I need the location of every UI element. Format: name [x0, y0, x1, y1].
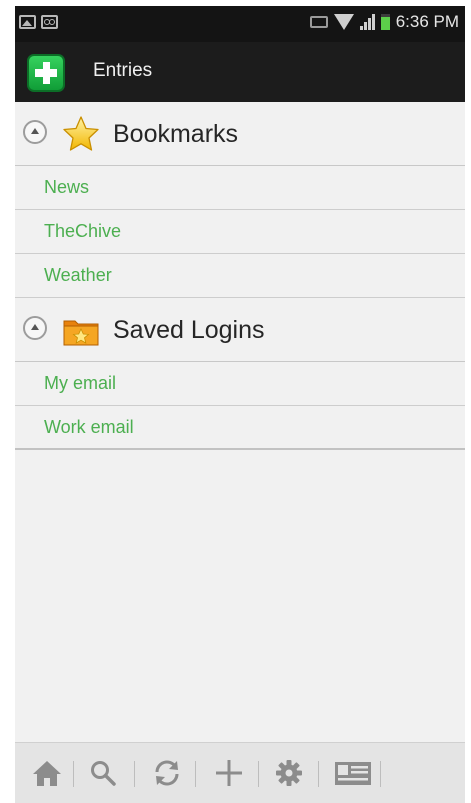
- list-item[interactable]: Work email: [15, 406, 465, 450]
- entry-label: Work email: [44, 417, 134, 437]
- collapse-icon[interactable]: [23, 316, 47, 340]
- voicemail-icon: [41, 15, 58, 29]
- star-icon: [63, 116, 99, 151]
- group-title: Bookmarks: [113, 120, 239, 148]
- group-header-saved-logins[interactable]: Saved Logins: [15, 298, 465, 362]
- picture-icon: [19, 15, 36, 29]
- list-item[interactable]: My email: [15, 362, 465, 406]
- collapse-icon[interactable]: [23, 120, 47, 144]
- status-bar: 6:36 PM: [15, 6, 465, 42]
- divider: [380, 761, 381, 787]
- group-header-bookmarks[interactable]: Bookmarks: [15, 102, 465, 166]
- divider: [258, 761, 259, 787]
- phone-screen: 6:36 PM Entries Bookmarks News TheChive …: [15, 6, 465, 803]
- refresh-icon[interactable]: [151, 757, 183, 789]
- settings-icon[interactable]: [273, 757, 305, 789]
- entry-label: Weather: [44, 265, 112, 285]
- bottom-toolbar: [15, 742, 465, 803]
- search-icon[interactable]: [87, 757, 119, 789]
- wifi-icon: [333, 14, 354, 30]
- list-item[interactable]: TheChive: [15, 210, 465, 254]
- add-icon[interactable]: [213, 757, 245, 789]
- divider: [195, 761, 196, 787]
- card-icon[interactable]: [333, 757, 373, 789]
- mute-icon: [309, 16, 328, 28]
- list-item[interactable]: Weather: [15, 254, 465, 298]
- group-title: Saved Logins: [113, 316, 265, 344]
- list-item[interactable]: News: [15, 166, 465, 210]
- entry-label: News: [44, 177, 90, 197]
- entries-list: Bookmarks News TheChive Weather Saved Lo…: [15, 102, 465, 450]
- signal-icon: [359, 14, 375, 30]
- home-icon[interactable]: [31, 757, 63, 789]
- folder-icon: [63, 320, 99, 346]
- divider: [318, 761, 319, 787]
- action-bar: Entries: [15, 42, 465, 102]
- entry-label: My email: [44, 373, 117, 393]
- page-title: Entries: [93, 60, 153, 81]
- status-time: 6:36 PM: [395, 12, 459, 31]
- battery-icon: [380, 14, 390, 30]
- add-plus-icon[interactable]: [27, 54, 65, 92]
- divider: [134, 761, 135, 787]
- divider: [73, 761, 74, 787]
- entry-label: TheChive: [44, 221, 122, 241]
